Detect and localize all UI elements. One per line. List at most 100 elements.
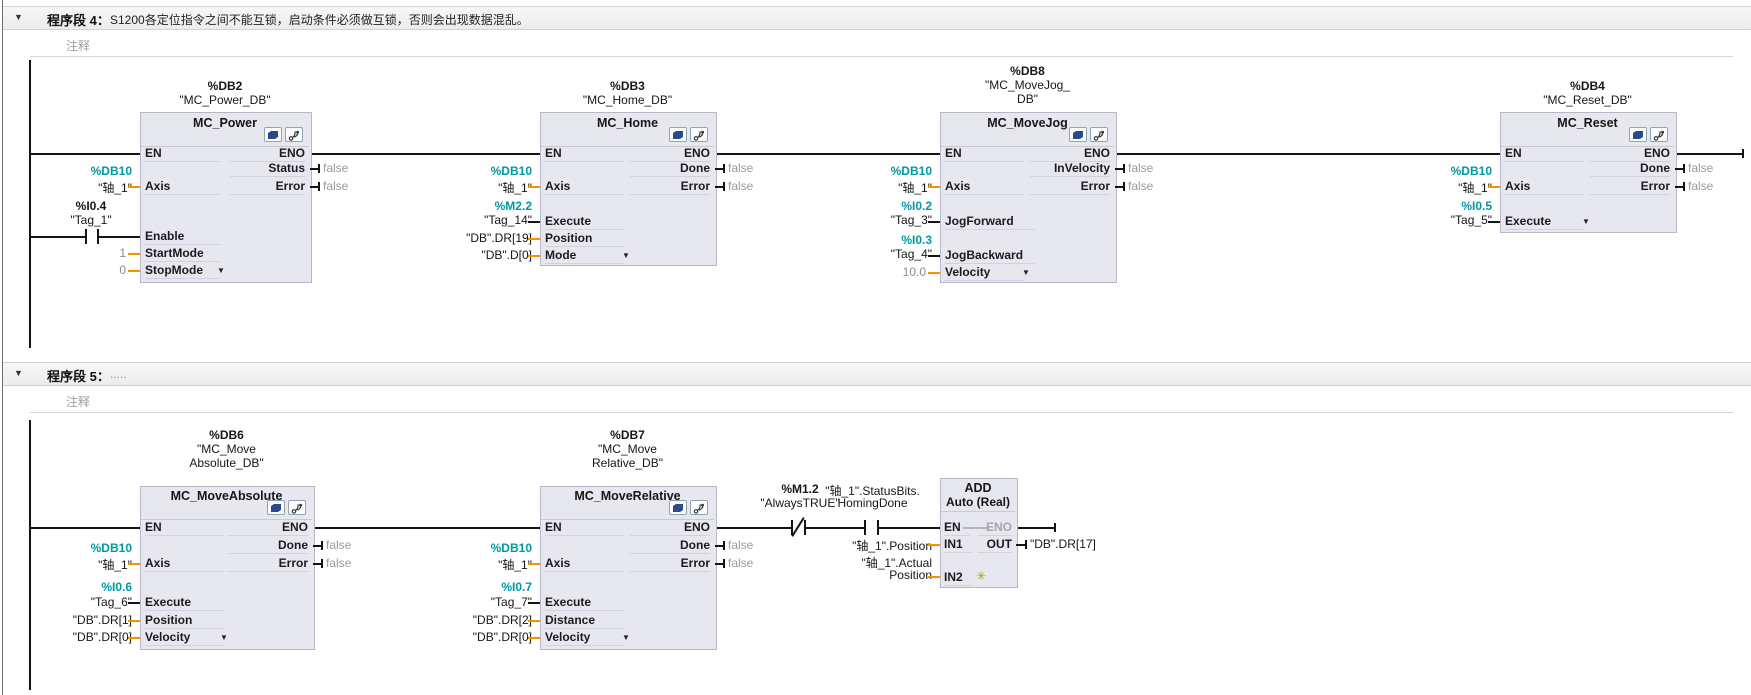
network4-subtitle[interactable]: S1200各定位指令之间不能互锁，启动条件必须做互锁，否则会出现数据混乱。 <box>110 11 529 28</box>
operand-address[interactable]: %I0.7 <box>392 580 532 594</box>
network4-comment[interactable]: 注释 <box>66 37 90 54</box>
operand-tag[interactable]: "轴_1".Position <box>790 537 932 554</box>
network5-subtitle[interactable]: ..... <box>110 367 127 381</box>
collapse-arrow-icon[interactable]: ▼ <box>14 12 23 22</box>
collapse-arrow-icon[interactable]: ▼ <box>14 368 23 378</box>
db-name[interactable]: "MC_MoveJog_ <box>940 78 1115 92</box>
operand-tag[interactable]: "DB".D[0] <box>392 248 532 262</box>
add-mode-selector[interactable]: Auto (Real) <box>940 495 1016 509</box>
operand-tag[interactable]: "DB".DR[2] <box>392 613 532 627</box>
operand-address[interactable]: %I0.3 <box>792 233 932 247</box>
no-contact-symbol[interactable] <box>864 520 866 535</box>
db-name[interactable]: "MC_Power_DB" <box>140 93 310 107</box>
db-name[interactable]: "MC_Reset_DB" <box>1500 93 1675 107</box>
insert-input-icon[interactable]: ✳ <box>976 569 986 583</box>
expand-inputs-arrow[interactable]: ▼ <box>1582 217 1590 226</box>
wire-end-tick <box>723 182 725 191</box>
db-name[interactable]: "MC_Move <box>140 442 313 456</box>
db-name[interactable]: Relative_DB" <box>540 456 715 470</box>
pin-status: Status <box>230 161 305 177</box>
operand-tag[interactable]: "DB".DR[17] <box>1030 537 1120 551</box>
pin-done: Done <box>1590 161 1670 177</box>
operand-tag[interactable]: "DB".DR[0] <box>12 630 132 644</box>
nc-contact-symbol[interactable] <box>804 520 806 535</box>
no-contact-symbol[interactable] <box>877 520 879 535</box>
operand-address[interactable]: %DB10 <box>392 164 532 178</box>
wire <box>1115 186 1123 188</box>
monitor-icon[interactable] <box>288 500 306 515</box>
expand-inputs-arrow[interactable]: ▼ <box>622 633 630 642</box>
operand-tag[interactable]: "轴_1" <box>12 556 132 573</box>
open-db-icon[interactable] <box>669 127 687 142</box>
open-db-icon[interactable] <box>264 127 282 142</box>
operand-tag[interactable]: "Tag_7" <box>392 595 532 609</box>
operand-tag[interactable]: "轴_1" <box>1352 179 1492 196</box>
db-address[interactable]: %DB8 <box>940 64 1115 78</box>
operand-tag[interactable]: "Tag_4" <box>792 247 932 261</box>
expand-inputs-arrow[interactable]: ▼ <box>217 266 225 275</box>
db-name[interactable]: Absolute_DB" <box>140 456 313 470</box>
operand-address[interactable]: %M2.2 <box>392 199 532 213</box>
open-db-icon[interactable] <box>669 500 687 515</box>
operand-tag[interactable]: "Tag_14" <box>392 213 532 227</box>
operand-tag[interactable]: "轴_1" <box>12 179 132 196</box>
network5-comment[interactable]: 注释 <box>66 393 90 410</box>
db-name[interactable]: DB" <box>940 92 1115 106</box>
operand-address[interactable]: %DB10 <box>1352 164 1492 178</box>
network4-header[interactable]: ▼ 程序段 4： S1200各定位指令之间不能互锁，启动条件必须做互锁，否则会出… <box>3 6 1751 30</box>
network5-comment-row[interactable]: 注释 <box>30 388 1733 413</box>
operand-address[interactable]: %DB10 <box>392 541 532 555</box>
db-name[interactable]: "MC_Home_DB" <box>540 93 715 107</box>
operand-address[interactable]: %DB10 <box>12 541 132 555</box>
db-address[interactable]: %DB4 <box>1500 79 1675 93</box>
db-address[interactable]: %DB6 <box>140 428 313 442</box>
operand-tag[interactable]: "轴_1" <box>792 179 932 196</box>
pin-in2: IN2 <box>944 570 972 586</box>
block-title: ADD <box>940 481 1016 495</box>
operand-address[interactable]: %DB10 <box>792 164 932 178</box>
expand-inputs-arrow[interactable]: ▼ <box>220 633 228 642</box>
constant-value[interactable]: 1 <box>12 246 126 260</box>
network5-header[interactable]: ▼ 程序段 5： ..... <box>3 362 1751 386</box>
constant-value[interactable]: 10.0 <box>792 265 926 279</box>
operand-tag[interactable]: "DB".DR[19] <box>392 231 532 245</box>
expand-inputs-arrow[interactable]: ▼ <box>1022 268 1030 277</box>
operand-address[interactable]: %I0.2 <box>792 199 932 213</box>
operand-tag[interactable]: "轴_1" <box>392 179 532 196</box>
operand-tag[interactable]: "Tag_5" <box>1352 213 1492 227</box>
operand-address[interactable]: %I0.6 <box>12 580 132 594</box>
network4-comment-row[interactable]: 注释 <box>30 32 1733 57</box>
operand-address[interactable]: %DB10 <box>12 164 132 178</box>
no-contact-symbol[interactable] <box>85 229 87 244</box>
open-db-icon[interactable] <box>267 500 285 515</box>
db-address[interactable]: %DB3 <box>540 79 715 93</box>
wire <box>1675 153 1744 155</box>
operand-tag[interactable]: "DB".DR[1] <box>12 613 132 627</box>
db-address[interactable]: %DB7 <box>540 428 715 442</box>
db-address[interactable]: %DB2 <box>140 79 310 93</box>
pin-done: Done <box>228 538 308 554</box>
expand-inputs-arrow[interactable]: ▼ <box>622 251 630 260</box>
constant-value[interactable]: 0 <box>12 263 126 277</box>
db-name[interactable]: "MC_Move <box>540 442 715 456</box>
monitor-value: false <box>323 179 348 193</box>
monitor-icon[interactable] <box>690 500 708 515</box>
pin-velocity: Velocity <box>545 630 623 646</box>
monitor-icon[interactable] <box>285 127 303 142</box>
open-db-icon[interactable] <box>1629 127 1647 142</box>
operand-address[interactable]: %I0.5 <box>1352 199 1492 213</box>
pin-jogforward: JogForward <box>945 214 1035 230</box>
monitor-icon[interactable] <box>690 127 708 142</box>
contact-tag[interactable]: HomingDone <box>805 496 940 510</box>
monitor-icon[interactable] <box>1650 127 1668 142</box>
wire-end-tick <box>723 541 725 550</box>
contact-tag[interactable]: "Tag_1" <box>55 213 127 227</box>
operand-tag[interactable]: "轴_1" <box>392 556 532 573</box>
operand-tag[interactable]: "DB".DR[0] <box>392 630 532 644</box>
contact-address[interactable]: %I0.4 <box>55 199 127 213</box>
monitor-icon[interactable] <box>1090 127 1108 142</box>
operand-tag[interactable]: "Tag_3" <box>792 213 932 227</box>
operand-tag[interactable]: "Tag_6" <box>12 595 132 609</box>
open-db-icon[interactable] <box>1069 127 1087 142</box>
operand-tag[interactable]: Position <box>790 568 932 582</box>
